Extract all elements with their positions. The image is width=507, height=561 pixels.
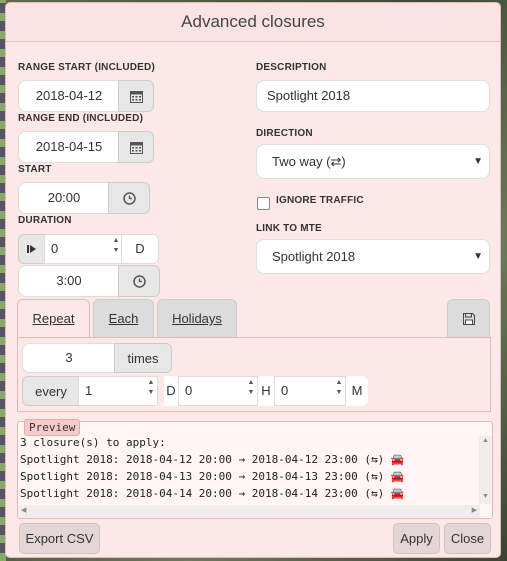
start-label: START [18,164,52,175]
floppy-disk-icon [462,312,475,325]
repeat-days-value: 1 [85,383,93,398]
clock-icon [122,191,136,205]
repeat-tab-panel: 3 times every 1 ▲ ▼ D 0 ▲ ▼ H 0 ▲ ▼ M [17,337,491,412]
step-forward-icon [27,244,37,254]
duration-days-value: 0 [51,241,59,256]
car-icon: 🚘 [390,487,405,500]
tab-repeat[interactable]: Repeat [17,299,90,337]
calendar-icon [129,90,143,103]
chevron-down-icon: ▼ [473,251,483,262]
advanced-closures-dialog: Advanced closures RANGE START (INCLUDED)… [5,2,501,558]
repeat-minutes-spinner[interactable]: ▲ ▼ [334,378,344,398]
repeat-days-spinner[interactable]: ▲ ▼ [146,378,156,398]
range-end-input[interactable]: 2018-04-15 [18,131,120,163]
duration-days-spinner[interactable]: ▲ ▼ [111,236,121,256]
preview-horizontal-scrollbar[interactable]: ◀ ▶ [18,505,480,518]
start-time-clock-button[interactable] [108,182,150,214]
car-icon: 🚘 [390,453,405,466]
duration-time-clock-button[interactable] [118,265,160,297]
close-button[interactable]: Close [444,523,491,554]
preview-line: Spotlight 2018: 2018-04-14 20:00 → 2018-… [20,487,405,500]
direction-label: DIRECTION [256,128,313,139]
link-to-mte-select[interactable]: Spotlight 2018 ▼ [256,239,490,274]
tab-holidays[interactable]: Holidays [157,299,237,337]
duration-days-unit: D [121,234,159,264]
repeat-days-input[interactable]: 1 ▲ ▼ [78,376,158,406]
ignore-traffic-label: IGNORE TRAFFIC [276,195,364,206]
repeat-times-unit: times [114,343,172,373]
repeat-hours-unit: H [258,376,274,406]
link-to-mte-selected-value: Spotlight 2018 [272,249,356,264]
description-input[interactable]: Spotlight 2018 [256,80,490,112]
ignore-traffic-checkbox[interactable] [257,197,270,210]
range-start-label: RANGE START (INCLUDED) [18,62,155,73]
duration-toggle-button[interactable] [18,234,46,264]
duration-label: DURATION [18,215,72,226]
preview-line: Spotlight 2018: 2018-04-12 20:00 → 2018-… [20,453,405,466]
export-csv-button[interactable]: Export CSV [19,523,100,554]
car-icon: 🚘 [390,470,405,483]
preview-line: Spotlight 2018: 2018-04-13 20:00 → 2018-… [20,470,405,483]
clock-icon [132,274,146,288]
preview-vertical-scrollbar[interactable]: ▲ ▼ [479,436,492,504]
dialog-title: Advanced closures [6,3,500,42]
repeat-minutes-value: 0 [281,383,289,398]
repeat-hours-spinner[interactable]: ▲ ▼ [246,378,256,398]
start-time-input[interactable]: 20:00 [18,182,110,214]
chevron-down-icon: ▼ [473,156,483,167]
duration-time-input[interactable]: 3:00 [18,265,120,297]
range-end-label: RANGE END (INCLUDED) [18,113,144,124]
range-start-calendar-button[interactable] [118,80,154,112]
save-button[interactable] [447,299,490,337]
preview-panel: Preview 3 closure(s) to apply: Spotlight… [17,419,493,519]
repeat-times-input[interactable]: 3 [22,343,116,373]
link-to-mte-label: LINK TO MTE [256,223,322,234]
tab-each[interactable]: Each [93,299,154,337]
direction-selected-value: Two way (⇄) [272,154,346,169]
repeat-minutes-input[interactable]: 0 ▲ ▼ [274,376,346,406]
repeat-hours-input[interactable]: 0 ▲ ▼ [178,376,258,406]
preview-tag: Preview [24,419,81,436]
apply-button[interactable]: Apply [393,523,440,554]
direction-select[interactable]: Two way (⇄) ▼ [256,144,490,179]
range-start-input[interactable]: 2018-04-12 [18,80,120,112]
range-end-calendar-button[interactable] [118,131,154,163]
repeat-hours-value: 0 [185,383,193,398]
repeat-days-unit: D [164,376,178,406]
calendar-icon [129,141,143,154]
repeat-every-label: every [22,376,80,406]
duration-days-input[interactable]: 0 ▲ ▼ [44,234,123,264]
preview-summary: 3 closure(s) to apply: [20,436,166,449]
description-label: DESCRIPTION [256,62,327,73]
repeat-minutes-unit: M [346,376,368,406]
